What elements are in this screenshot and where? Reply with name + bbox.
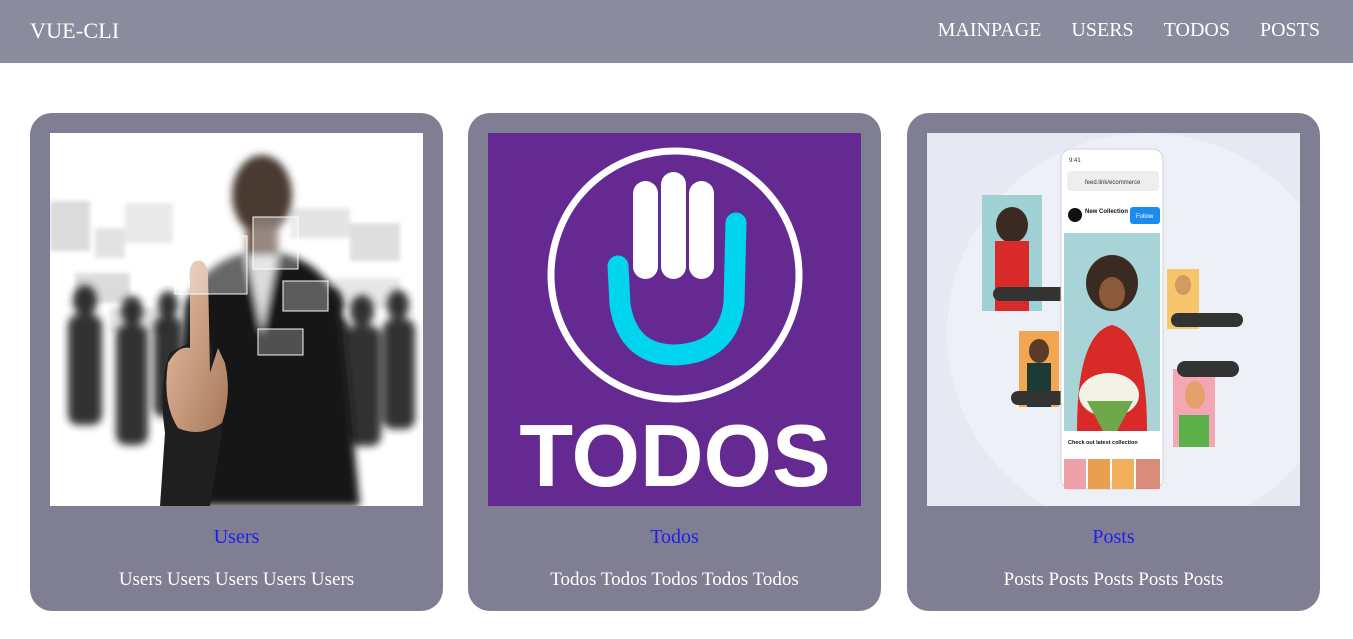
svg-text:9:41: 9:41 xyxy=(1069,158,1081,164)
card-description: Users Users Users Users Users xyxy=(118,569,355,590)
top-navbar: VUE-CLI MAINPAGE USERS TODOS POSTS xyxy=(0,0,1353,63)
nav-links: MAINPAGE USERS TODOS POSTS xyxy=(938,19,1320,42)
svg-text:feed.link/ecommerce: feed.link/ecommerce xyxy=(1085,180,1141,186)
business-people-icon xyxy=(50,133,423,506)
todos-card-image: TODOS xyxy=(488,133,861,506)
users-card-image xyxy=(50,133,423,506)
nav-link-mainpage[interactable]: MAINPAGE xyxy=(938,19,1042,42)
users-card: Users Users Users Users Users Users xyxy=(30,113,443,611)
posts-card: 9:41 feed.link/ecommerce New Collection … xyxy=(907,113,1320,611)
posts-card-image: 9:41 feed.link/ecommerce New Collection … xyxy=(927,133,1300,506)
card-link-todos[interactable]: Todos xyxy=(468,526,881,549)
svg-text:Check out latest collection: Check out latest collection xyxy=(1068,440,1138,446)
nav-link-todos[interactable]: TODOS xyxy=(1164,19,1230,42)
social-posts-phone-icon: 9:41 feed.link/ecommerce New Collection … xyxy=(927,133,1300,506)
card-description: Posts Posts Posts Posts Posts xyxy=(1003,569,1224,590)
todos-hand-logo-icon: TODOS xyxy=(488,133,861,506)
todos-card: TODOS Todos Todos Todos Todos Todos Todo… xyxy=(468,113,881,611)
nav-link-users[interactable]: USERS xyxy=(1071,19,1133,42)
todos-logo-text: TODOS xyxy=(519,406,830,505)
svg-text:Follow: Follow xyxy=(1136,214,1154,220)
card-link-users[interactable]: Users xyxy=(30,526,443,549)
brand-logo-text[interactable]: VUE-CLI xyxy=(30,18,119,44)
svg-text:New Collection: New Collection xyxy=(1085,209,1128,215)
card-link-posts[interactable]: Posts xyxy=(907,526,1320,549)
card-description: Todos Todos Todos Todos Todos xyxy=(550,569,799,590)
nav-link-posts[interactable]: POSTS xyxy=(1260,19,1320,42)
